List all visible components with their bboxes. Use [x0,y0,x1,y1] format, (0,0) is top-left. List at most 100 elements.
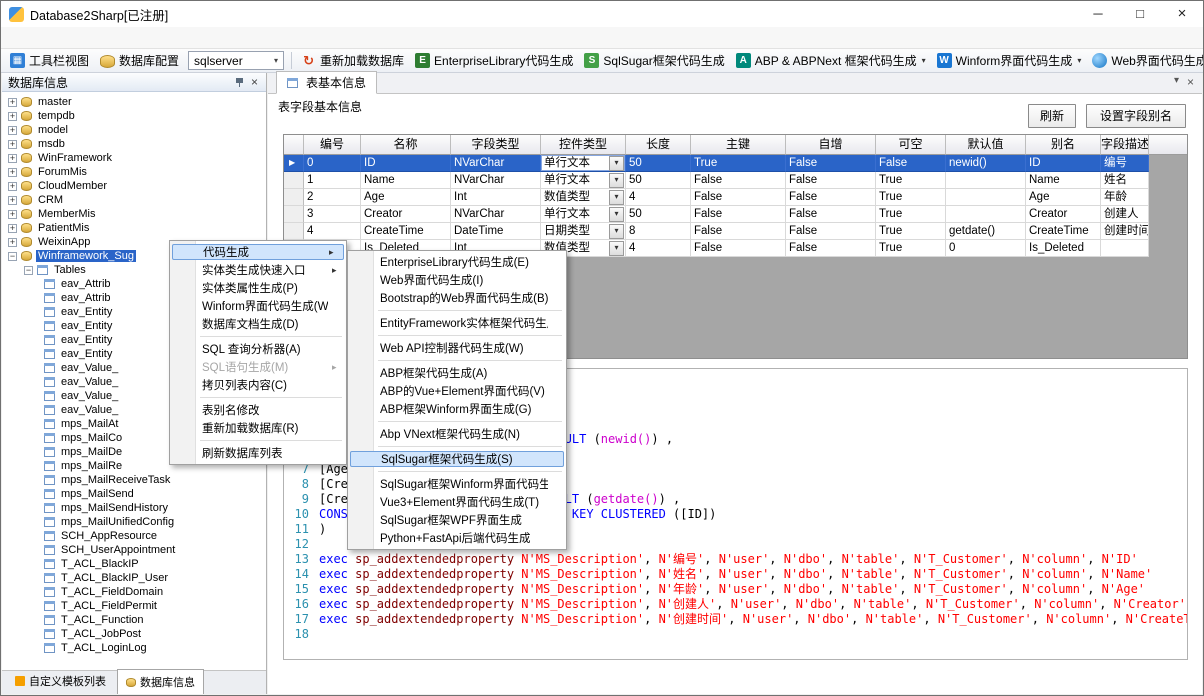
tree-item-table[interactable]: T_ACL_BlackIP_User [2,571,266,585]
cell-length[interactable]: 50 [626,206,691,223]
chevron-down-icon[interactable] [1077,56,1081,65]
context-menu-item[interactable] [170,437,346,444]
cell-identity[interactable]: False [786,189,876,206]
table-row[interactable]: 4 CreateTime DateTime 日期类型 8 False False… [284,223,1149,240]
cell-nullable[interactable]: True [876,206,946,223]
tree-item-table[interactable]: T_ACL_FieldPermit [2,599,266,613]
context-menu-item[interactable]: 表别名修改 [170,401,346,419]
menubar-item[interactable] [55,36,79,40]
cell-description[interactable]: 姓名 [1101,172,1149,189]
context-menu-item[interactable] [170,394,346,401]
grid-header-name[interactable]: 名称 [361,135,451,155]
maximize-button[interactable] [1119,1,1161,27]
grid-header-nullable[interactable]: 可空 [876,135,946,155]
abp-codegen-button[interactable]: ABP & ABPNext 框架代码生成 [731,50,931,71]
cell-alias[interactable]: CreateTime [1026,223,1101,240]
cell-control-type[interactable]: 单行文本 [541,155,626,172]
context-menu-item[interactable]: 拷贝列表内容(C) [170,376,346,394]
expander-icon[interactable]: + [8,224,17,233]
tree-item-table[interactable]: T_ACL_JobPost [2,627,266,641]
cell-identity[interactable]: False [786,240,876,257]
cell-default[interactable]: getdate() [946,223,1026,240]
cell-alias[interactable]: Name [1026,172,1101,189]
context-menu-item[interactable] [170,333,346,340]
grid-header-alias[interactable]: 别名 [1026,135,1101,155]
cell-description[interactable]: 创建时间 [1101,223,1149,240]
toolbar-view-button[interactable]: 工具栏视图 [5,50,94,71]
tree-item-table[interactable]: T_ACL_FieldDomain [2,585,266,599]
cell-alias[interactable]: ID [1026,155,1101,172]
left-bottom-tab[interactable]: 数据库信息 [117,669,204,694]
pin-icon[interactable] [232,75,247,90]
tree-item-database[interactable]: + tempdb [2,109,266,123]
cell-length[interactable]: 50 [626,172,691,189]
context-menu-item[interactable]: 实体类生成快速入口 [170,261,346,279]
cell-number[interactable]: 2 [304,189,361,206]
expander-icon[interactable]: − [24,266,33,275]
cell-primary-key[interactable]: True [691,155,786,172]
expander-icon[interactable]: + [8,196,17,205]
context-menu-item[interactable]: SQL 查询分析器(A) [170,340,346,358]
expander-icon[interactable]: + [8,98,17,107]
cell-description[interactable]: 创建人 [1101,206,1149,223]
cell-identity[interactable]: False [786,172,876,189]
minimize-button[interactable] [1077,1,1119,27]
submenu-item[interactable]: SqlSugar框架WPF界面生成 [348,511,566,529]
cell-control-type[interactable]: 日期类型 [541,223,626,240]
cell-name[interactable]: Age [361,189,451,206]
cell-default[interactable] [946,172,1026,189]
db-config-button[interactable]: 数据库配置 [95,50,184,71]
context-menu-item[interactable]: 刷新数据库列表 [170,444,346,462]
cell-number[interactable]: 3 [304,206,361,223]
cell-field-type[interactable]: NVarChar [451,206,541,223]
grid-header-default[interactable]: 默认值 [946,135,1026,155]
submenu-item[interactable]: EntityFramework实体框架代码生成(F) [348,314,566,332]
submenu-item[interactable]: Vue3+Element界面代码生成(T) [348,493,566,511]
cell-nullable[interactable]: True [876,172,946,189]
submenu-item[interactable]: Bootstrap的Web界面代码生成(B) [348,289,566,307]
expander-icon[interactable]: + [8,182,17,191]
expander-icon[interactable]: − [8,252,17,261]
submenu-item[interactable] [348,468,566,475]
grid-header-identity[interactable]: 自增 [786,135,876,155]
tab-table-info[interactable]: 表基本信息 [276,71,377,94]
context-menu-item[interactable]: SQL语句生成(M) [170,358,346,376]
tabstrip-menu-icon[interactable] [1174,75,1179,89]
context-menu-item[interactable]: 数据库文档生成(D) [170,315,346,333]
expander-icon[interactable]: + [8,154,17,163]
tree-item-database[interactable]: + model [2,123,266,137]
tree-item-table[interactable]: mps_MailReceiveTask [2,473,266,487]
expander-icon[interactable]: + [8,168,17,177]
tree-item-database[interactable]: + CloudMember [2,179,266,193]
tree-item-database[interactable]: + master [2,95,266,109]
cell-length[interactable]: 4 [626,240,691,257]
tree-item-table[interactable]: T_ACL_LoginLog [2,641,266,655]
table-row[interactable]: 0 ID NVarChar 单行文本 50 True False False n… [284,155,1149,172]
cell-primary-key[interactable]: False [691,206,786,223]
cell-name[interactable]: CreateTime [361,223,451,240]
cell-length[interactable]: 8 [626,223,691,240]
submenu-item[interactable]: Python+FastApi后端代码生成 [348,529,566,547]
cell-number[interactable]: 1 [304,172,361,189]
tree-item-database[interactable]: + msdb [2,137,266,151]
tree-item-database[interactable]: + ForumMis [2,165,266,179]
cell-alias[interactable]: Is_Deleted [1026,240,1101,257]
cell-control-type[interactable]: 数值类型 [541,189,626,206]
cell-field-type[interactable]: NVarChar [451,172,541,189]
cell-control-type[interactable]: 单行文本 [541,172,626,189]
cell-name[interactable]: ID [361,155,451,172]
tree-item-table[interactable]: mps_MailSendHistory [2,501,266,515]
cell-name[interactable]: Creator [361,206,451,223]
cell-field-type[interactable]: Int [451,189,541,206]
tree-item-table[interactable]: mps_MailUnifiedConfig [2,515,266,529]
cell-alias[interactable]: Creator [1026,206,1101,223]
tree-item-database[interactable]: + PatientMis [2,221,266,235]
submenu-item[interactable] [348,418,566,425]
cell-description[interactable] [1101,240,1149,257]
submenu-item[interactable]: ABP框架代码生成(A) [348,364,566,382]
context-menu-item[interactable]: 实体类属性生成(P) [170,279,346,297]
cell-default[interactable] [946,206,1026,223]
combo-dropdown-icon[interactable] [609,190,624,205]
submenu-item[interactable]: ABP的Vue+Element界面代码(V) [348,382,566,400]
tree-item-database[interactable]: + WinFramework [2,151,266,165]
